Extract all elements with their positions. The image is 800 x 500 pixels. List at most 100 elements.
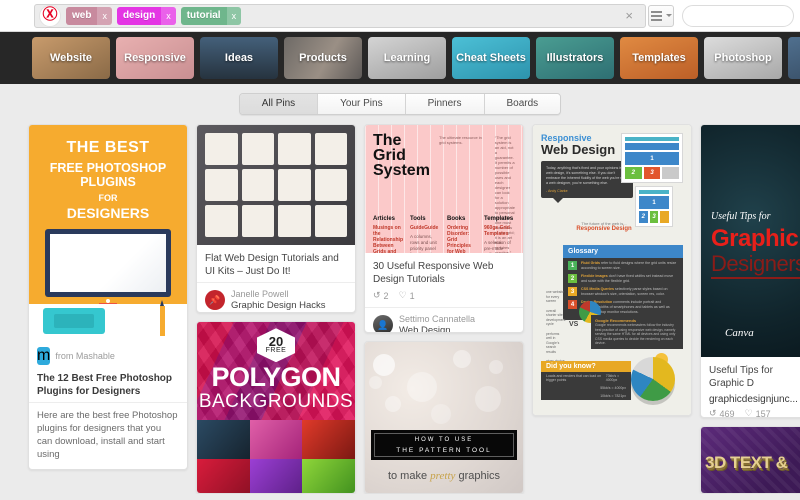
masonry-column-5: Useful Tips for Graphic Designers Canva …: [700, 124, 800, 494]
category-label: Illustrators: [546, 52, 604, 64]
like-stat: ♡ 157: [745, 408, 771, 417]
badge-free-label: FREE: [265, 347, 287, 355]
poster-line-3: FOR: [98, 193, 118, 203]
category-label: Photoshop: [714, 52, 772, 64]
masonry-column-3: The Grid System The ultimate resource in…: [364, 124, 524, 494]
poster-label: 3D TEXT &: [705, 453, 788, 473]
tag-chip-design[interactable]: design x: [116, 6, 176, 25]
poster-line-4: DESIGNERS: [66, 205, 150, 221]
pin-domain[interactable]: graphicdesignjunc...: [701, 394, 800, 408]
category-label: Templates: [632, 52, 686, 64]
category-nav: Website Responsive Ideas Products Learni…: [0, 32, 800, 84]
poster-heading: The Grid System: [373, 132, 430, 179]
category-label: Cheat Sheets: [456, 52, 526, 64]
board-name: Graphic Design Hacks: [231, 300, 326, 311]
poster-line-2: THE PATTERN TOOL: [396, 446, 492, 454]
tab-boards[interactable]: Boards: [484, 94, 561, 114]
pin-title[interactable]: Useful Tips for Graphic D: [701, 357, 800, 394]
repin-icon: ↺: [709, 408, 717, 418]
category-tile-photoshop[interactable]: Photoshop: [704, 37, 782, 79]
pin-card-polygon-backgrounds[interactable]: 20 FREE POLYGON BACKGROUNDS: [196, 321, 356, 494]
repin-stat: ↺ 469: [709, 408, 735, 419]
pin-image-3d-text: 3D TEXT &: [701, 427, 800, 494]
did-you-know-panel: Did you know? Loads and renders that can…: [541, 361, 631, 400]
pin-attribution[interactable]: 📌 Janelle Powell Graphic Design Hacks: [197, 282, 355, 312]
tag-chip-tutorial[interactable]: tutorial x: [180, 6, 242, 25]
tag-remove-icon[interactable]: x: [226, 6, 242, 25]
grid-column-tools: Tools GuideGuide A columns, rows and uni…: [410, 216, 439, 253]
pushpin-icon: 📌: [205, 290, 225, 310]
pin-attribution[interactable]: 👤 Settimo Cannatella Web Design: [365, 307, 523, 333]
quote-author: - Andy Clarke: [546, 189, 568, 193]
pinner-name: Settimo Cannatella: [399, 314, 476, 324]
category-tile-learning[interactable]: Learning: [368, 37, 446, 79]
tab-all-pins[interactable]: All Pins: [239, 94, 319, 114]
filter-tabs-container: All Pins Your Pins Pinners Boards: [0, 84, 800, 124]
pin-card-3d-text[interactable]: 3D TEXT &: [700, 426, 800, 494]
device-mockups: 1 23 1 23: [621, 133, 683, 227]
tag-chip-label: web: [72, 9, 92, 21]
category-tile-responsive[interactable]: Responsive: [116, 37, 194, 79]
badge-count: 20: [268, 334, 284, 350]
pin-title[interactable]: 30 Useful Responsive Web Design Tutorial…: [365, 253, 523, 290]
tag-chip-label: design: [122, 9, 156, 21]
pin-description: Here are the best free Photoshop plugins…: [29, 402, 187, 469]
repin-icon: ↺: [373, 290, 381, 300]
poster-word-1: Graphic: [711, 225, 799, 252]
pin-card-flat-ui-kits[interactable]: Flat Web Design Tutorials and UI Kits – …: [196, 124, 356, 314]
canva-wordmark: Canva: [725, 327, 754, 339]
pin-card-photoshop-plugins[interactable]: THE BEST FREE PHOTOSHOP PLUGINS FOR DESI…: [28, 124, 188, 470]
poster-word-2: BACKGROUNDS: [198, 391, 354, 413]
secondary-search-input[interactable]: [682, 4, 794, 27]
tab-your-pins[interactable]: Your Pins: [318, 94, 406, 114]
pin-card-responsive-infographic[interactable]: Responsive Web Design Today, anything th…: [532, 124, 692, 416]
category-tile-web[interactable]: Web: [788, 37, 800, 79]
infographic-quote: Today, anything that's fixed and your op…: [541, 161, 633, 203]
repin-count: 469: [719, 408, 735, 419]
pie-chart-large: [631, 357, 683, 409]
category-label: Learning: [383, 52, 431, 64]
category-tile-templates[interactable]: Templates: [620, 37, 698, 79]
tag-remove-icon[interactable]: x: [97, 6, 112, 25]
clear-search-icon[interactable]: ×: [617, 4, 641, 28]
pin-card-pattern-tool[interactable]: HOW TO USE THE PATTERN TOOL to make pret…: [364, 341, 524, 494]
pin-title[interactable]: The 12 Best Free Photoshop Plugins for D…: [29, 365, 187, 402]
pin-card-canva-tips[interactable]: Useful Tips for Graphic Designers Canva …: [700, 124, 800, 419]
tab-pinners[interactable]: Pinners: [405, 94, 485, 114]
pin-image-pattern-tool: HOW TO USE THE PATTERN TOOL to make pret…: [365, 342, 523, 494]
poster-line-1: HOW TO USE: [414, 436, 474, 443]
pinterest-logo-icon: Ⓧ: [39, 4, 61, 27]
category-tile-website[interactable]: Website: [32, 37, 110, 79]
google-recommends-panel: Google Recommends Google recommends webm…: [591, 315, 683, 349]
category-tile-illustrators[interactable]: Illustrators: [536, 37, 614, 79]
pencil-illustration: [160, 300, 165, 336]
poster-script-line: Useful Tips for: [711, 211, 771, 222]
category-tile-cheat-sheets[interactable]: Cheat Sheets: [452, 37, 530, 79]
pin-image-grid-system: The Grid System The ultimate resource in…: [365, 125, 523, 253]
poster-line-2: FREE PHOTOSHOP PLUGINS: [49, 161, 167, 189]
glossary-item: 2 Flexible Images don't have fixed width…: [563, 271, 683, 284]
glossary-item: 3 CSS Media Queries selectively parse st…: [563, 284, 683, 297]
heart-icon: ♡: [398, 290, 407, 300]
glossary-header: Glossary: [563, 245, 683, 258]
category-tile-ideas[interactable]: Ideas: [200, 37, 278, 79]
poster-subline: to make pretty graphics: [387, 470, 501, 483]
swatch-grid: [197, 420, 355, 494]
category-tile-products[interactable]: Products: [284, 37, 362, 79]
repin-count: 2: [383, 290, 389, 301]
tag-remove-icon[interactable]: x: [161, 6, 176, 25]
like-stat: ♡ 1: [399, 290, 415, 301]
repin-stat: ↺ 2: [373, 290, 389, 301]
filter-tabs: All Pins Your Pins Pinners Boards: [238, 93, 562, 115]
pin-title[interactable]: Flat Web Design Tutorials and UI Kits – …: [197, 245, 355, 282]
category-thumb: [788, 37, 800, 79]
search-field-shell[interactable]: Ⓧ web x design x tutorial x ×: [34, 3, 646, 28]
hamburger-menu-icon[interactable]: [648, 4, 674, 27]
grid-column-books: Books Ordering Disorder: Grid Principles…: [447, 216, 471, 253]
tag-chip-web[interactable]: web x: [66, 6, 112, 25]
masonry-column-2: Flat Web Design Tutorials and UI Kits – …: [196, 124, 356, 494]
masonry-column-4: Responsive Web Design Today, anything th…: [532, 124, 692, 494]
grid-column-articles: Articles Musings on the Relationship Bet…: [373, 216, 404, 253]
pin-card-grid-system[interactable]: The Grid System The ultimate resource in…: [364, 124, 524, 334]
pin-image-polygon-backgrounds: 20 FREE POLYGON BACKGROUNDS: [197, 322, 355, 494]
